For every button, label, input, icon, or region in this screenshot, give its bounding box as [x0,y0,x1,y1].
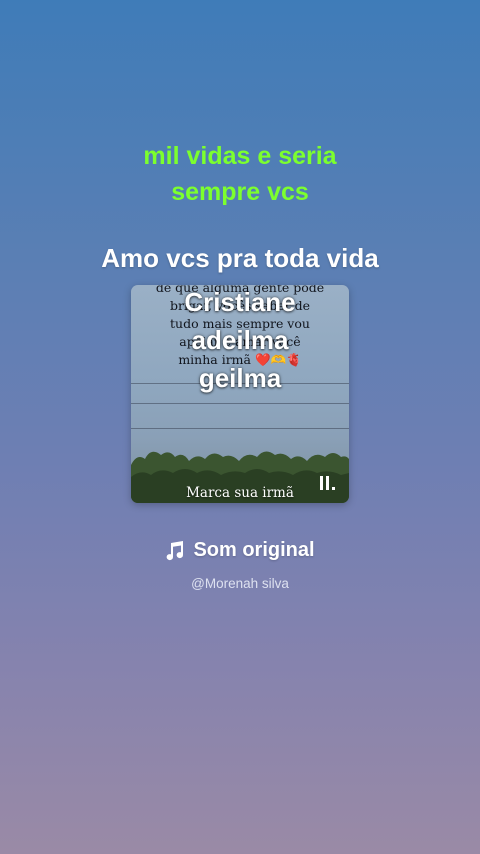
power-line [131,428,349,429]
caption-line-2: sempre vcs [171,178,309,206]
name-text: Cristiane [184,287,296,317]
headline-text: Amo vcs pra toda vida [101,243,379,273]
caption-line-1: mil vidas e seria [143,142,337,170]
sound-title-row[interactable]: Som original [0,539,480,562]
name-text: geilma [198,363,282,393]
card-footer-text: Marca sua irmã [186,485,294,501]
sound-author[interactable]: @Morenah silva [0,576,480,591]
power-line [131,403,349,404]
sound-title: Som original [193,539,315,561]
names-overlay: Cristiane adeilma geilma [131,283,349,397]
music-note-icon [167,540,184,560]
pause-icon[interactable] [319,475,337,491]
caption-text: mil vidas e seria sempre vcs [0,138,480,210]
name-text: adeilma [191,325,289,355]
